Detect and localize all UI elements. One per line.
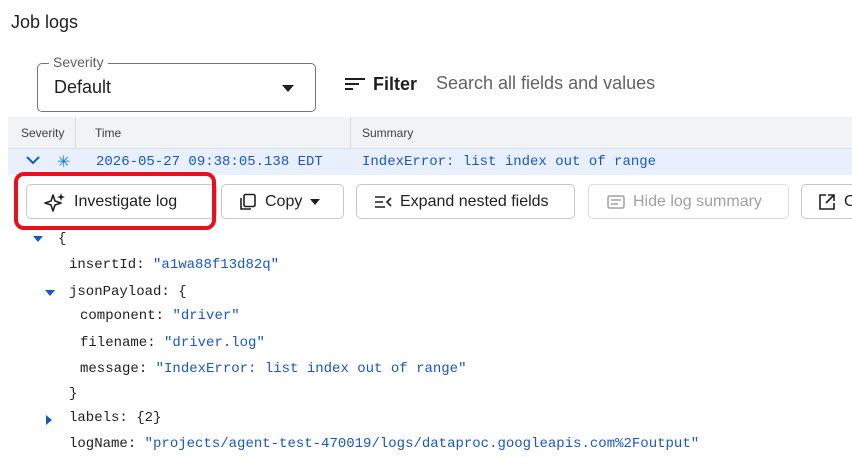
json-key: labels (69, 410, 120, 426)
chevron-down-icon (310, 198, 321, 205)
column-header-time[interactable]: Time (95, 126, 121, 140)
severity-value: Default (54, 77, 112, 97)
asterisk-icon: ✳ (57, 152, 71, 171)
page-title: Job logs (11, 12, 79, 32)
copy-icon (239, 193, 257, 211)
filter-icon (345, 77, 365, 91)
json-field-message: message: "IndexError: list index out of … (80, 361, 467, 377)
json-field-labels: labels: {2} (69, 410, 162, 426)
investigate-log-button[interactable]: Investigate log (26, 184, 217, 219)
json-key: message (80, 361, 139, 377)
json-field-insertid: insertId: "a1wa88f13d82q" (69, 257, 280, 273)
json-value: {2} (136, 410, 162, 426)
sparkle-icon (44, 192, 66, 212)
json-value: "IndexError: list index out of range" (155, 361, 467, 377)
json-key: component (80, 308, 156, 324)
json-key: insertId (69, 257, 137, 273)
json-jsonpayload-close: } (69, 386, 78, 402)
column-separator[interactable] (350, 117, 351, 149)
table-header: Severity Time Summary (8, 117, 852, 149)
hide-log-summary-label: Hide log summary (633, 192, 762, 210)
json-key: filename (80, 335, 148, 351)
json-field-jsonpayload: jsonPayload: { (69, 284, 187, 300)
log-row[interactable]: ✳ 2026-05-27 09:38:05.138 EDT IndexError… (8, 149, 852, 175)
chevron-down-icon (282, 85, 294, 92)
json-root-open: { (58, 231, 67, 247)
open-in-new-icon (818, 193, 836, 211)
labels-expand-toggle[interactable] (46, 415, 52, 425)
json-field-logname: logName: "projects/agent-test-470019/log… (69, 436, 700, 452)
json-value: "projects/agent-test-470019/logs/datapro… (144, 436, 700, 452)
investigate-log-label: Investigate log (74, 192, 178, 210)
copy-label: Copy (265, 192, 303, 210)
expand-nested-fields-label: Expand nested fields (400, 192, 549, 210)
filter-button[interactable]: Filter (345, 71, 417, 97)
open-label: C (844, 193, 852, 211)
expand-icon (374, 195, 392, 209)
json-value: "driver.log" (164, 335, 265, 351)
log-action-bar: Investigate log Copy Expand nested field… (8, 175, 852, 227)
json-field-component: component: "driver" (80, 308, 240, 324)
column-separator[interactable] (75, 117, 76, 149)
summary-icon (607, 194, 625, 209)
severity-legend: Severity (49, 54, 108, 70)
expand-nested-fields-button[interactable]: Expand nested fields (356, 184, 575, 219)
column-header-summary[interactable]: Summary (362, 126, 413, 140)
log-time: 2026-05-27 09:38:05.138 EDT (96, 154, 323, 170)
severity-select[interactable]: Severity Default (37, 54, 316, 112)
column-header-severity[interactable]: Severity (21, 126, 64, 140)
collapse-chevron-icon[interactable] (25, 153, 41, 167)
hide-log-summary-button[interactable]: Hide log summary (588, 184, 789, 219)
root-expand-toggle[interactable] (33, 236, 43, 242)
json-key: logName (69, 436, 128, 452)
json-field-filename: filename: "driver.log" (80, 335, 265, 351)
json-key: jsonPayload (69, 284, 162, 300)
filter-label: Filter (373, 73, 418, 94)
log-summary: IndexError: list index out of range (362, 154, 657, 170)
json-value: "a1wa88f13d82q" (153, 257, 280, 273)
jsonpayload-expand-toggle[interactable] (45, 290, 55, 296)
search-input[interactable] (436, 70, 836, 96)
json-value: "driver" (172, 308, 240, 324)
open-button[interactable]: C (801, 184, 852, 219)
copy-button[interactable]: Copy (221, 184, 344, 219)
